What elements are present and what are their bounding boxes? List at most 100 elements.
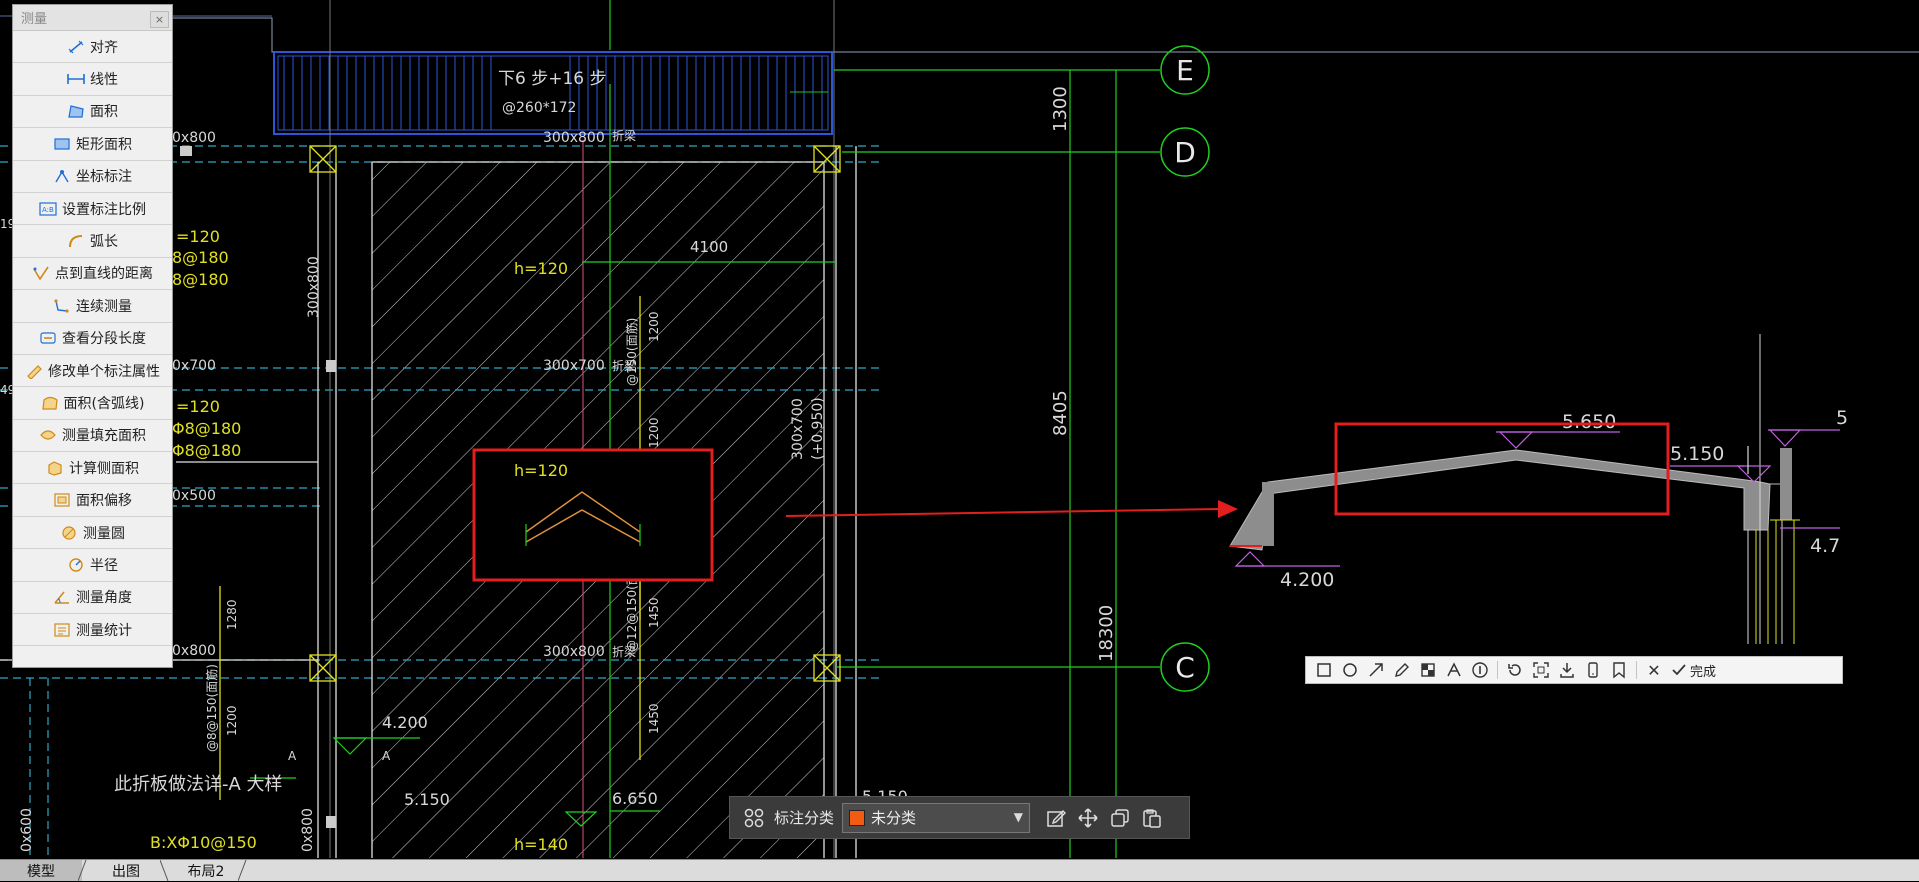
arrow-tool-button[interactable] [1363,657,1389,683]
tool-label: 测量填充面积 [62,428,146,445]
rebar-text: 1450 [647,703,661,734]
point-line-icon [33,266,49,281]
measure-panel-title: 测量 [13,5,172,31]
edit-annotation-button[interactable] [1040,802,1072,834]
paste-annotation-button[interactable] [1136,802,1168,834]
top-boundary-line [172,17,1919,53]
ellipse-tool-button[interactable] [1337,657,1363,683]
bookmark-button[interactable] [1606,657,1632,683]
tool-label: 计算侧面积 [69,460,139,477]
close-icon: ✕ [1647,660,1661,680]
text-tool-button[interactable] [1441,657,1467,683]
pin-button[interactable] [1528,657,1554,683]
rebar-text: 1280 [225,599,239,630]
segment-icon [40,332,56,344]
tool-fill-area[interactable]: 测量填充面积 [13,420,172,453]
tool-area-offset[interactable]: 面积偏移 [13,484,172,517]
scale-icon: A:B [39,202,57,216]
phone-button[interactable] [1580,657,1606,683]
tool-rect-area[interactable]: 矩形面积 [13,128,172,161]
tool-edit-dim[interactable]: 修改单个标注属性 [13,355,172,388]
tool-continuous[interactable]: 连续测量 [13,290,172,323]
tool-segment-length[interactable]: 查看分段长度 [13,323,172,355]
coordinate-icon [55,170,69,183]
svg-text:A:B: A:B [42,206,54,214]
tab-output[interactable]: 出图 [92,860,160,881]
grid-icon [744,808,764,827]
axis-label-e: E [1176,54,1194,87]
tool-linear[interactable]: 线性 [13,63,172,96]
tool-label: 点到直线的距离 [55,266,153,283]
small-marker [326,816,336,828]
rebar-text: @150(面筋) [624,318,639,386]
left-beam-label-vertical: 0x800 [300,808,316,852]
small-marker [180,146,192,156]
left-vertical-beam: 300x800 [306,256,322,318]
align-dim-icon [68,40,84,54]
tool-set-scale[interactable]: A:B 设置标注比例 [13,193,172,226]
elevation-text: 6.650 [612,789,658,808]
tool-label: 设置标注比例 [62,201,146,218]
panel-close-button[interactable]: × [150,11,169,28]
cad-drawing-canvas[interactable]: 下6 步+16 步 @260*172 E D C 300x800 300x700… [0,0,1919,858]
measure-panel: 测量 × 对齐 线性 面积 矩形面积 坐标标注 A:B 设置标注比例 弧长 点到… [12,4,173,668]
undo-button[interactable] [1502,657,1528,683]
mosaic-tool-button[interactable] [1415,657,1441,683]
tool-label: 查看分段长度 [62,331,146,348]
left-text: Φ8@180 [172,441,241,460]
tool-point-line-distance[interactable]: 点到直线的距离 [13,258,172,291]
tool-label: 连续测量 [76,298,132,315]
beam-label: 300x800 [543,644,605,660]
detail-elevation: 4.200 [1280,569,1334,591]
highlight-slab-label: h=120 [514,461,568,480]
tool-coordinate[interactable]: 坐标标注 [13,161,172,193]
right-beam-sub: (+0.950) [810,397,826,460]
grid-menu-button[interactable] [738,802,770,834]
elevation-marker [332,737,368,755]
move-icon [1078,807,1098,828]
section-mark: A [382,749,391,763]
download-button[interactable] [1554,657,1580,683]
copy-annotation-button[interactable] [1104,802,1136,834]
category-label: 标注分类 [774,809,835,827]
detail-elevation: 5.150 [1670,443,1724,465]
number-tool-button[interactable] [1467,657,1493,683]
pencil-tool-button[interactable] [1389,657,1415,683]
detail-elevation: 5 [1836,407,1848,429]
tool-statistics[interactable]: 测量统计 [13,614,172,647]
paste-icon [1143,808,1161,828]
highlight-box-left [472,448,714,582]
red-arrow-head [1218,500,1238,518]
rectangle-tool-button[interactable] [1311,657,1337,683]
tool-measure-circle[interactable]: 测量圆 [13,517,172,550]
bottom-rebar-text: B:XΦ10@150 [150,833,257,852]
category-value: 未分类 [871,809,917,827]
arrow-icon [1369,663,1383,677]
tool-label: 对齐 [90,39,118,56]
category-select[interactable]: 未分类 ▼ [842,802,1031,833]
tool-label: 线性 [90,72,118,89]
dim-vertical-8405: 8405 [1050,390,1071,436]
tool-area-arc[interactable]: 面积(含弧线) [13,387,172,420]
pencil-icon [1395,663,1409,677]
tool-side-area[interactable]: 计算侧面积 [13,452,172,485]
tool-label: 面积(含弧线) [63,395,145,412]
rebar-text: @8@150(面筋) [204,664,219,752]
continuous-icon [54,299,69,313]
tool-radius[interactable]: 半径 [13,549,172,582]
mosaic-icon [1421,663,1435,677]
tab-layout2[interactable]: 布局2 [172,860,240,881]
annotation-toolbar: 标注分类 未分类 ▼ [729,796,1190,839]
cancel-button[interactable]: ✕ [1641,657,1667,683]
left-beam-label: 0x700 [172,358,216,374]
tool-measure-angle[interactable]: 测量角度 [13,582,172,615]
tool-arc-length[interactable]: 弧长 [13,225,172,258]
tool-align[interactable]: 对齐 [13,31,172,64]
statistics-icon [54,623,70,637]
tool-area[interactable]: 面积 [13,96,172,129]
move-annotation-button[interactable] [1072,802,1104,834]
tab-model[interactable]: 模型 [0,860,82,881]
beam-label: 300x800 [543,130,605,146]
angle-icon [54,591,69,605]
done-button[interactable]: 完成 [1671,661,1716,680]
